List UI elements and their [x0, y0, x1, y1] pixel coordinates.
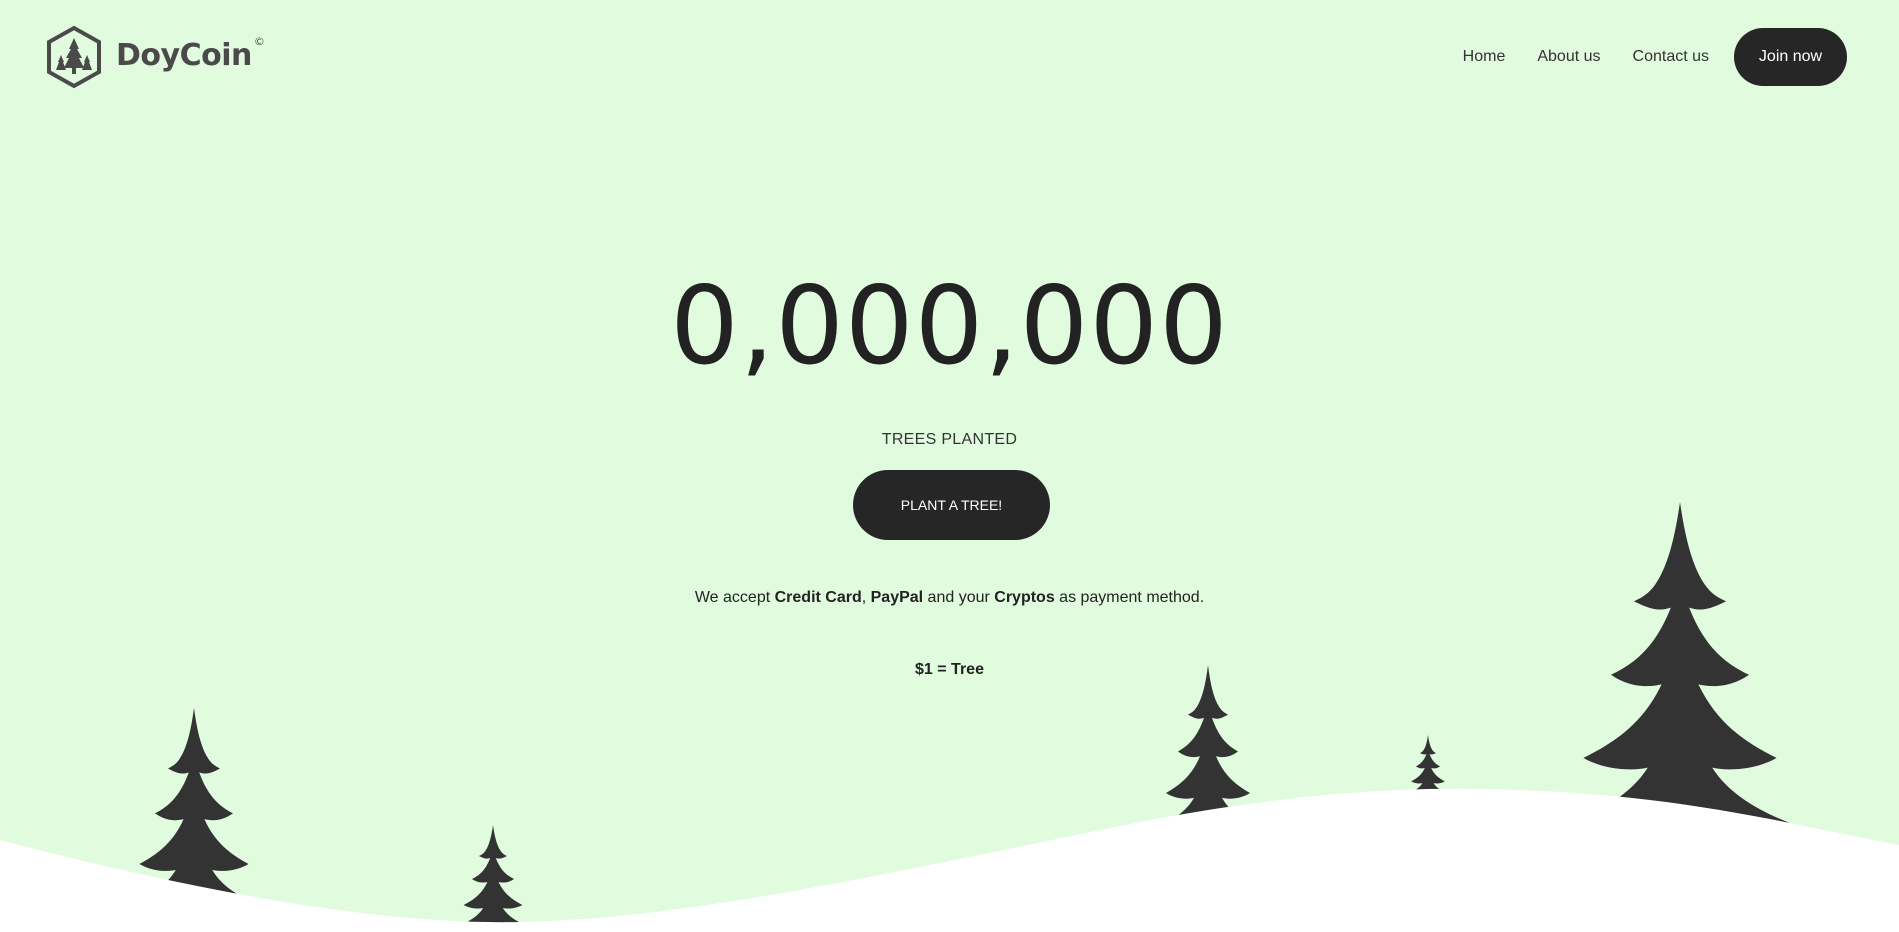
payment-separator: and your — [923, 589, 995, 606]
payment-method-paypal: PayPal — [870, 589, 924, 606]
brand-logo[interactable]: DoyCoin © — [46, 25, 265, 89]
winter-scene — [0, 502, 1899, 932]
plant-tree-button[interactable]: PLANT A TREE! — [853, 470, 1050, 540]
landing-page: DoyCoin © Home About us Contact us Join … — [0, 0, 1899, 932]
pine-tree-icon — [1408, 735, 1448, 794]
price-rate: $1 = Tree — [915, 661, 984, 678]
pine-tree-icon — [1158, 665, 1258, 827]
pine-tree-icon — [129, 708, 259, 905]
nav-link-home[interactable]: Home — [1463, 48, 1506, 66]
nav-link-about[interactable]: About us — [1537, 48, 1600, 66]
payment-separator: , — [861, 589, 871, 606]
trees-counter-label: TREES PLANTED — [881, 431, 1018, 448]
payment-prefix: We accept — [694, 589, 775, 606]
copyright-mark: © — [253, 34, 265, 48]
payment-method-credit-card: Credit Card — [774, 589, 862, 606]
trees-counter: 0,000,000 — [670, 264, 1229, 389]
brand-name: DoyCoin — [116, 37, 252, 73]
hexagon-tree-icon — [47, 25, 101, 89]
pine-tree-icon — [458, 825, 528, 926]
top-nav: Home About us Contact us Join now — [1463, 28, 1847, 86]
payment-suffix: as payment method. — [1054, 589, 1205, 606]
payment-methods-text: We accept Credit Card, PayPal and your C… — [0, 589, 1899, 607]
nav-link-contact[interactable]: Contact us — [1633, 48, 1709, 66]
payment-method-cryptos: Cryptos — [994, 589, 1055, 606]
snow-hill — [0, 788, 1899, 932]
join-now-button[interactable]: Join now — [1734, 28, 1847, 86]
